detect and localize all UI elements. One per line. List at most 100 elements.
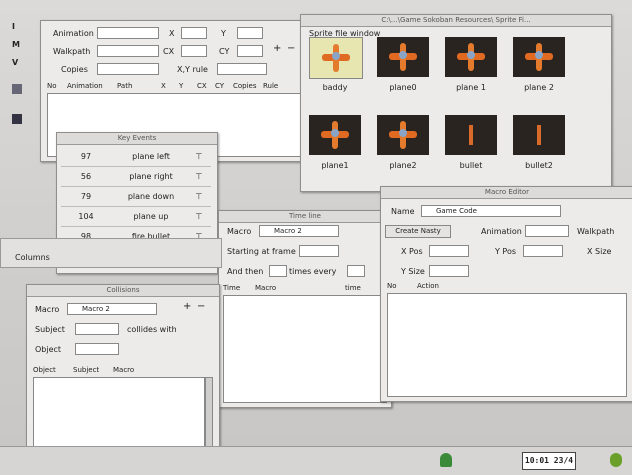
tool-icon-4[interactable] [12, 84, 22, 94]
col-cy: CY [215, 82, 225, 90]
col-coll-macro: Macro [113, 366, 135, 374]
y-input[interactable] [237, 27, 263, 39]
tray-icon-green[interactable] [610, 453, 622, 467]
col-cx: CX [197, 82, 207, 90]
key-window-titlebar: Key Events [57, 133, 217, 145]
key-edit-icon[interactable]: ⊤ [191, 207, 207, 226]
tool-icon-2[interactable]: M [12, 40, 22, 50]
copies-label: Copies [61, 65, 88, 74]
col-time: Time [223, 284, 241, 292]
cx-input[interactable] [181, 45, 207, 57]
subject-label: Subject [35, 325, 65, 334]
xy-rule-input[interactable] [217, 63, 267, 75]
tool-icon-1[interactable]: I [12, 22, 22, 32]
x-input[interactable] [181, 27, 207, 39]
timeline-list[interactable] [223, 295, 387, 403]
sprite-thumb-5[interactable] [377, 115, 429, 155]
copies-input[interactable] [97, 63, 159, 75]
key-row[interactable]: 97 plane left ⊤ [61, 147, 211, 167]
col-y: Y [179, 82, 184, 90]
clock[interactable]: 10:01 23/4 [522, 452, 576, 470]
tool-icon-5[interactable] [12, 114, 22, 124]
sprite-thumb-3[interactable] [513, 37, 565, 77]
animation-label: Animation [53, 29, 94, 38]
columns-strip[interactable]: Columns [0, 238, 222, 268]
subject-input[interactable] [75, 323, 119, 335]
collisions-header: Object Subject Macro [33, 365, 213, 375]
key-code: 56 [80, 172, 92, 181]
sprite-table-header: No Animation Path X Y CX CY Copies Rule [47, 81, 307, 91]
key-action: plane down [127, 192, 175, 201]
macro-animation-input[interactable] [525, 225, 569, 237]
col-time2: time [345, 284, 361, 292]
bullet-icon [469, 125, 473, 145]
time-line-window: Time line Macro Macro 2 Starting at fram… [218, 210, 392, 408]
sprite-thumb-7[interactable] [513, 115, 565, 155]
timeline-macro-label: Macro [227, 227, 252, 236]
sprite-thumb-4[interactable] [309, 115, 361, 155]
ysize-input[interactable] [429, 265, 469, 277]
key-edit-icon[interactable]: ⊤ [191, 167, 207, 186]
bullet-icon [537, 125, 541, 145]
key-edit-icon[interactable]: ⊤ [191, 187, 207, 206]
collisions-macro-select[interactable]: Macro 2 [67, 303, 157, 315]
sprite-thumb-2[interactable] [445, 37, 497, 77]
collides-with-label: collides with [127, 325, 177, 334]
timeline-macro-select[interactable]: Macro 2 [259, 225, 339, 237]
ysize-label: Y Size [401, 267, 425, 276]
collisions-macro-label: Macro [35, 305, 60, 314]
key-code: 104 [78, 212, 94, 221]
x-label: X [169, 29, 175, 38]
remove-button[interactable]: − [287, 43, 295, 54]
key-action: plane left [132, 152, 170, 161]
plane-icon [389, 121, 417, 149]
macro-walkpath-label: Walkpath [577, 227, 615, 236]
xpos-label: X Pos [401, 247, 423, 256]
columns-label: Columns [15, 253, 50, 262]
key-row[interactable]: 79 plane down ⊤ [61, 187, 211, 207]
times-every-input[interactable] [347, 265, 365, 277]
cy-input[interactable] [237, 45, 263, 57]
key-row[interactable]: 104 plane up ⊤ [61, 207, 211, 227]
timeline-header: Time Macro time [223, 283, 387, 293]
sprite-name: baddy [322, 83, 348, 92]
collisions-scrollbar[interactable] [205, 377, 213, 455]
object-input[interactable] [75, 343, 119, 355]
sprite-thumb-1[interactable] [377, 37, 429, 77]
collisions-plus[interactable]: + [183, 301, 191, 312]
tool-icon-3[interactable]: V [12, 58, 22, 68]
animation-input[interactable] [97, 27, 159, 39]
starting-label: Starting at frame [227, 247, 296, 256]
and-then-input[interactable] [269, 265, 287, 277]
starting-input[interactable] [299, 245, 339, 257]
sprite-name: bullet [459, 161, 483, 170]
sprite-thumb-0[interactable] [309, 37, 363, 79]
sprite-thumb-6[interactable] [445, 115, 497, 155]
col-x: X [161, 82, 166, 90]
macro-editor-titlebar: Macro Editor [381, 187, 632, 199]
cx-label: CX [163, 47, 175, 56]
key-edit-icon[interactable]: ⊤ [191, 147, 207, 166]
col-object: Object [33, 366, 56, 374]
walkpath-input[interactable] [97, 45, 159, 57]
macro-animation-label: Animation [481, 227, 522, 236]
key-code: 79 [80, 192, 92, 201]
plane-icon [321, 121, 349, 149]
create-nasty-button[interactable]: Create Nasty [385, 225, 451, 238]
macro-editor-window: Macro Editor Name Game Code Create Nasty… [380, 186, 632, 402]
y-label: Y [221, 29, 226, 38]
macro-actions-list[interactable] [387, 293, 627, 397]
tray-icon-person[interactable] [440, 453, 452, 467]
xpos-input[interactable] [429, 245, 469, 257]
plane-icon [322, 44, 350, 72]
sprite-name: plane 2 [524, 83, 554, 92]
xsize-label: X Size [587, 247, 612, 256]
collisions-minus[interactable]: − [197, 301, 205, 312]
key-row[interactable]: 56 plane right ⊤ [61, 167, 211, 187]
left-toolbar: I M V [8, 14, 30, 154]
collisions-list[interactable] [33, 377, 205, 457]
ypos-input[interactable] [523, 245, 563, 257]
add-button[interactable]: + [273, 43, 281, 54]
plane-icon [525, 43, 553, 71]
macro-name-select[interactable]: Game Code [421, 205, 561, 217]
